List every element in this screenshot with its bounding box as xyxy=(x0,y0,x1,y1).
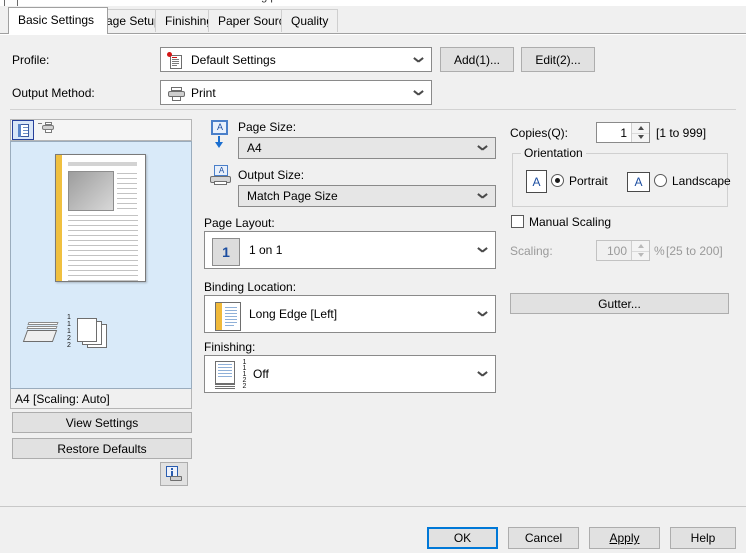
profile-document-icon xyxy=(167,52,183,69)
output-method-label: Output Method: xyxy=(12,86,95,100)
copies-label: Copies(Q): xyxy=(510,126,569,140)
finishing-label: Finishing: xyxy=(204,340,256,354)
view-settings-button[interactable]: View Settings xyxy=(12,412,192,433)
copies-decrement-button[interactable] xyxy=(632,133,649,143)
chevron-down-icon xyxy=(414,90,423,96)
copies-spinner[interactable]: 1 xyxy=(596,122,650,143)
binding-location-icon xyxy=(215,302,241,331)
scaling-range-hint: [25 to 200] xyxy=(666,244,723,258)
page-size-label: Page Size: xyxy=(238,120,297,134)
apply-button[interactable]: Apply xyxy=(589,527,660,549)
output-stack-icon xyxy=(22,318,61,346)
collate-order-numbers: 11122 xyxy=(67,314,71,349)
ok-button[interactable]: OK xyxy=(427,527,498,549)
edit-profile-button[interactable]: Edit(2)... xyxy=(521,47,595,72)
orientation-landscape-label[interactable]: Landscape xyxy=(672,174,731,188)
preview-toolbar xyxy=(10,119,192,141)
output-size-combo[interactable]: Match Page Size xyxy=(238,185,496,207)
finishing-combo[interactable]: 11122 Off xyxy=(204,355,496,393)
finishing-icon xyxy=(215,361,237,390)
chevron-down-icon xyxy=(478,145,487,151)
printer-info-button[interactable] xyxy=(160,462,188,486)
orientation-group-title: Orientation xyxy=(521,146,586,160)
dialog-body: Profile: Default Settings Add(1)... Edit… xyxy=(0,34,746,507)
tab-label: Finishing xyxy=(165,14,214,28)
footer-separator xyxy=(0,506,746,507)
output-sheets-icon xyxy=(77,318,115,348)
orientation-portrait-label[interactable]: Portrait xyxy=(569,174,608,188)
page-layout-combo[interactable]: 1 1 on 1 xyxy=(204,231,496,269)
copies-spinner-buttons xyxy=(631,123,649,142)
header-separator xyxy=(10,109,736,110)
landscape-page-icon: A xyxy=(627,172,650,192)
preview-status-bar: A4 [Scaling: Auto] xyxy=(10,389,192,409)
output-size-label: Output Size: xyxy=(238,168,305,182)
binding-location-value: Long Edge [Left] xyxy=(249,307,338,321)
chevron-down-icon xyxy=(478,247,487,253)
page-layout-label: Page Layout: xyxy=(204,216,275,230)
page-layout-icon: 1 xyxy=(212,238,240,266)
tab-quality[interactable]: Quality xyxy=(281,9,339,32)
manual-scaling-checkbox[interactable] xyxy=(511,215,524,228)
output-size-icon: A xyxy=(209,165,233,187)
portrait-page-icon: A xyxy=(526,170,547,193)
scaling-value: 100 xyxy=(606,243,627,258)
preview-header-bar xyxy=(68,162,137,166)
preview-status-text: A4 [Scaling: Auto] xyxy=(15,391,110,406)
binding-location-label: Binding Location: xyxy=(204,280,297,294)
output-size-value: Match Page Size xyxy=(247,189,338,203)
orientation-landscape-radio[interactable] xyxy=(654,174,667,187)
scaling-label: Scaling: xyxy=(510,244,553,258)
preview-mode-printer-button[interactable] xyxy=(35,120,57,140)
preview-image-block xyxy=(68,171,114,211)
print-preview-area: 11122 xyxy=(10,141,192,389)
tab-label: Basic Settings xyxy=(18,13,95,27)
preview-mode-document-button[interactable] xyxy=(12,120,34,140)
profile-value: Default Settings xyxy=(191,52,276,67)
copies-range-hint: [1 to 999] xyxy=(656,126,707,140)
orientation-portrait-radio[interactable] xyxy=(551,174,564,187)
finishing-value: Off xyxy=(253,367,269,381)
chevron-down-icon xyxy=(414,57,423,63)
chevron-down-icon xyxy=(478,311,487,317)
chevron-down-icon xyxy=(478,193,487,199)
scaling-percent-sign: % xyxy=(654,244,665,258)
restore-defaults-button[interactable]: Restore Defaults xyxy=(12,438,192,459)
profile-combo[interactable]: Default Settings xyxy=(160,47,432,72)
finishing-order-numbers: 11122 xyxy=(242,359,247,390)
binding-location-combo[interactable]: Long Edge [Left] xyxy=(204,295,496,333)
output-method-combo[interactable]: Print xyxy=(160,80,432,105)
help-button[interactable]: Help xyxy=(670,527,736,549)
tab-label: Quality xyxy=(291,14,329,28)
cancel-button[interactable]: Cancel xyxy=(508,527,579,549)
page-size-value: A4 xyxy=(247,141,262,155)
printer-icon xyxy=(168,87,185,101)
tab-strip: Basic Settings Page Setup Finishing Pape… xyxy=(0,6,746,34)
apply-button-label: Apply xyxy=(609,531,640,545)
page-size-combo[interactable]: A4 xyxy=(238,137,496,159)
gutter-button[interactable]: Gutter... xyxy=(510,293,729,314)
chevron-down-icon xyxy=(478,371,487,377)
output-method-value: Print xyxy=(191,85,216,100)
preview-text-lines-body xyxy=(68,215,138,285)
printer-properties-dialog: Printing preferences Basic Settings Page… xyxy=(0,0,746,553)
manual-scaling-label[interactable]: Manual Scaling xyxy=(529,215,611,229)
window-title: Printing preferences xyxy=(230,0,328,3)
profile-label: Profile: xyxy=(12,53,50,67)
copies-value: 1 xyxy=(620,125,627,140)
preview-text-lines-right xyxy=(117,173,137,213)
preview-page xyxy=(55,154,146,282)
add-profile-button[interactable]: Add(1)... xyxy=(440,47,514,72)
tab-basic-settings[interactable]: Basic Settings xyxy=(8,7,108,34)
page-size-icon: A xyxy=(209,120,231,150)
preview-binding-edge xyxy=(56,155,62,281)
scaling-spinner-buttons xyxy=(631,241,649,260)
info-icon xyxy=(165,466,183,482)
scaling-decrement-button[interactable] xyxy=(632,251,649,261)
page-layout-value: 1 on 1 xyxy=(249,243,283,257)
scaling-spinner[interactable]: 100 xyxy=(596,240,650,261)
